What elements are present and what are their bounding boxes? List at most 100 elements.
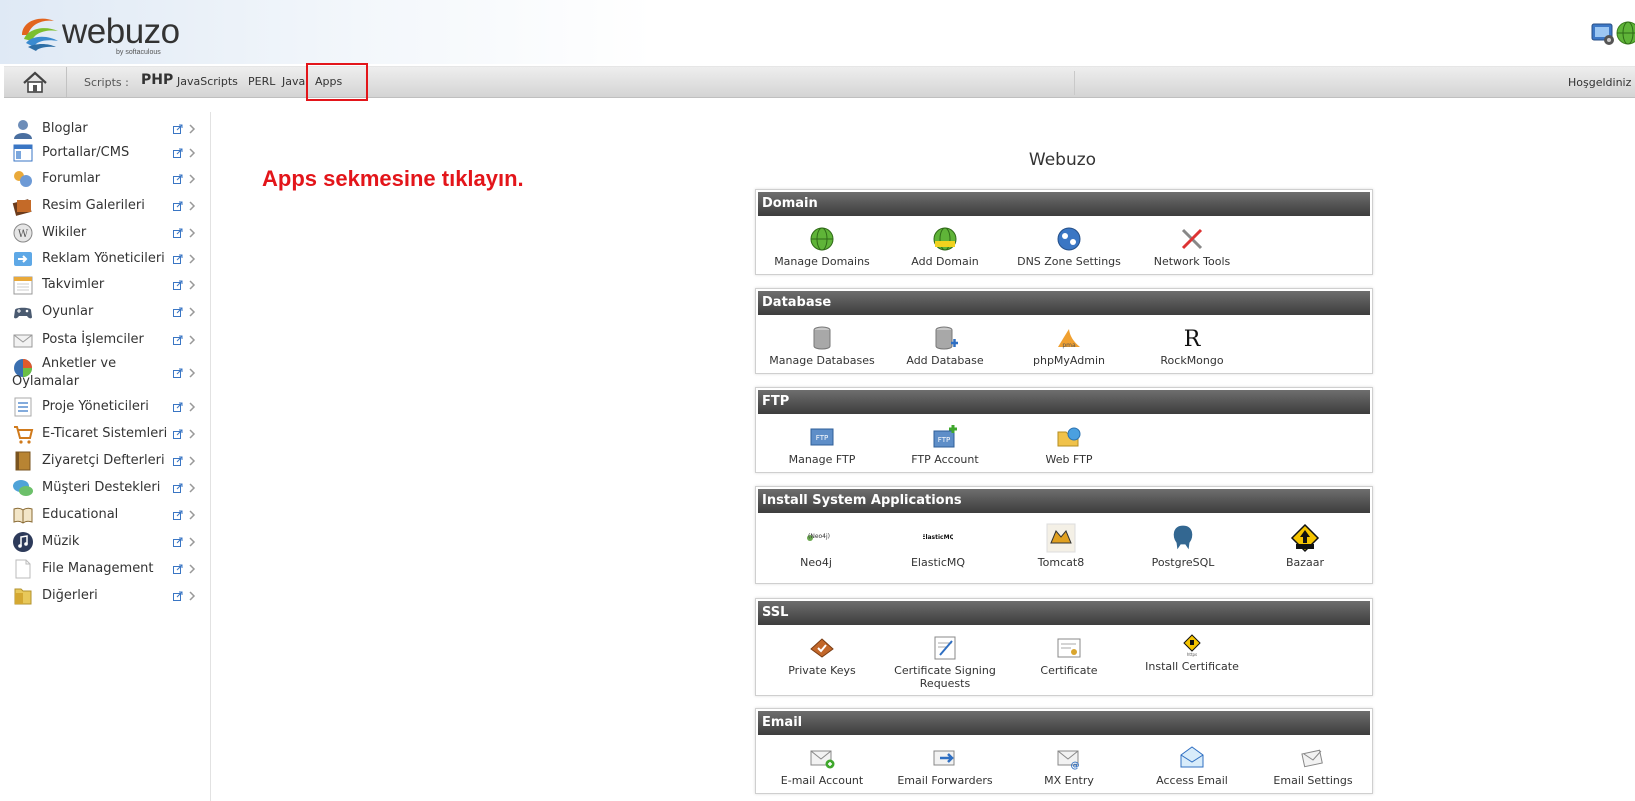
tool-postgresql[interactable]: PostgreSQL (1123, 523, 1243, 569)
tool-network-tools[interactable]: Network Tools (1132, 226, 1252, 268)
sidebar-item-label: E-Ticaret Sistemleri (42, 426, 168, 441)
svg-text:FTP: FTP (816, 434, 828, 442)
logo-swirl-icon (22, 18, 58, 51)
tool-mx-entry[interactable]: @ MX Entry (1009, 745, 1129, 787)
chevron-right-icon[interactable] (188, 174, 196, 184)
chevron-right-icon[interactable] (188, 510, 196, 520)
user-icon (14, 120, 32, 139)
external-link-icon[interactable] (173, 510, 183, 520)
chevron-right-icon[interactable] (188, 228, 196, 238)
home-button[interactable] (4, 67, 67, 97)
tool-email-forwarders[interactable]: Email Forwarders (885, 745, 1005, 787)
panel-domain: Domain Manage Domains Add Domain DNS Zon… (755, 189, 1373, 275)
mail-icon (13, 334, 33, 348)
tool-certificate[interactable]: Certificate (1009, 635, 1129, 677)
tool-tomcat8[interactable]: Tomcat8 (1001, 523, 1121, 569)
external-link-icon[interactable] (173, 429, 183, 439)
external-link-icon[interactable] (173, 148, 183, 158)
chevron-right-icon[interactable] (188, 148, 196, 158)
tools-icon (1181, 228, 1203, 250)
tool-web-ftp[interactable]: Web FTP (1009, 424, 1129, 466)
tool-bazaar[interactable]: Bazaar (1245, 523, 1365, 569)
chevron-right-icon[interactable] (188, 124, 196, 134)
external-link-icon[interactable] (173, 537, 183, 547)
nav-link-javascripts[interactable]: JavaScripts (177, 75, 238, 88)
external-link-icon[interactable] (173, 483, 183, 493)
tool-add-domain[interactable]: Add Domain (885, 226, 1005, 268)
external-link-icon[interactable] (173, 254, 183, 264)
nav-link-java[interactable]: Java (282, 75, 305, 88)
tool-certificate-signing-requests[interactable]: Certificate Signing Requests (885, 635, 1005, 690)
tool-add-database[interactable]: Add Database (885, 325, 1005, 367)
external-link-icon[interactable] (173, 228, 183, 238)
tool-rockmongo[interactable]: R RockMongo (1132, 325, 1252, 367)
chevron-right-icon[interactable] (188, 402, 196, 412)
tool-email-settings[interactable]: Email Settings (1253, 745, 1373, 787)
install-cert-icon: https (1183, 634, 1201, 657)
external-link-icon[interactable] (173, 564, 183, 574)
tool-manage-domains[interactable]: Manage Domains (762, 226, 882, 268)
external-link-icon[interactable] (173, 368, 183, 378)
elasticmq-icon: ElasticMQ (923, 534, 953, 541)
chevron-right-icon[interactable] (188, 591, 196, 601)
tool-manage-ftp[interactable]: FTP Manage FTP (762, 424, 882, 466)
chevron-right-icon[interactable] (188, 368, 196, 378)
music-icon (13, 532, 33, 552)
tool-phpmyadmin[interactable]: pma phpMyAdmin (1009, 325, 1129, 367)
chevron-right-icon[interactable] (188, 254, 196, 264)
chevron-right-icon[interactable] (188, 537, 196, 547)
external-link-icon[interactable] (173, 280, 183, 290)
external-link-icon[interactable] (173, 201, 183, 211)
tool-dns-zone-settings[interactable]: DNS Zone Settings (1009, 226, 1129, 268)
external-link-icon[interactable] (173, 456, 183, 466)
svg-text:https: https (1187, 652, 1197, 657)
tool-access-email[interactable]: Access Email (1132, 745, 1252, 787)
sidebar-item-label: Portallar/CMS (42, 145, 130, 160)
tool-manage-databases[interactable]: Manage Databases (762, 325, 882, 367)
certificate-icon (1057, 638, 1081, 658)
chevron-right-icon[interactable] (188, 456, 196, 466)
webuzo-logo[interactable]: webuzo by softaculous (16, 10, 196, 58)
globe-icon[interactable] (1616, 20, 1635, 46)
nav-link-php[interactable]: PHP (141, 72, 173, 88)
chevron-right-icon[interactable] (188, 280, 196, 290)
book-icon (13, 507, 33, 524)
tool-ftp-account[interactable]: FTP FTP Account (885, 424, 1005, 466)
support-icon (13, 480, 33, 496)
tool-elasticmq[interactable]: ElasticMQ ElasticMQ (878, 523, 998, 569)
external-link-icon[interactable] (173, 124, 183, 134)
svg-text:(Neo4j): (Neo4j) (808, 533, 830, 540)
chevron-right-icon[interactable] (188, 483, 196, 493)
chevron-right-icon[interactable] (188, 201, 196, 211)
svg-text:R: R (1184, 327, 1202, 351)
chevron-right-icon[interactable] (188, 429, 196, 439)
chevron-right-icon[interactable] (188, 335, 196, 345)
external-link-icon[interactable] (173, 402, 183, 412)
email-settings-icon (1301, 749, 1323, 768)
tool-install-certificate[interactable]: https Install Certificate (1132, 633, 1252, 673)
sidebar-item-anketler[interactable]: Anketler ve Oylamalar (12, 356, 198, 397)
external-link-icon[interactable] (173, 591, 183, 601)
sidebar-item-label: Müzik (42, 534, 80, 549)
scripts-label: Scripts : (84, 76, 129, 89)
external-link-icon[interactable] (173, 307, 183, 317)
chevron-right-icon[interactable] (188, 307, 196, 317)
ad-icon (14, 252, 32, 266)
settings-monitor-icon[interactable] (1591, 20, 1615, 46)
logo-subtext: by softaculous (116, 49, 161, 56)
panel-title: Email (758, 711, 1370, 735)
category-sidebar: Bloglar Portallar/CMS Forumlar Resim Gal… (0, 112, 211, 801)
globe-add-icon (933, 227, 957, 251)
tool-private-keys[interactable]: Private Keys (762, 635, 882, 677)
mx-icon: @ (1057, 750, 1080, 771)
chevron-right-icon[interactable] (188, 564, 196, 574)
panel-install-system-applications: Install System Applications (Neo4j) Neo4… (755, 486, 1373, 584)
tool-neo4j[interactable]: (Neo4j) Neo4j (756, 523, 876, 569)
external-link-icon[interactable] (173, 335, 183, 345)
panel-title: Install System Applications (758, 489, 1370, 513)
nav-link-perl[interactable]: PERL (248, 75, 275, 88)
calendar-icon (13, 276, 33, 295)
sidebar-item-label: Müşteri Destekleri (42, 480, 161, 495)
tool-email-account[interactable]: E-mail Account (762, 745, 882, 787)
external-link-icon[interactable] (173, 174, 183, 184)
